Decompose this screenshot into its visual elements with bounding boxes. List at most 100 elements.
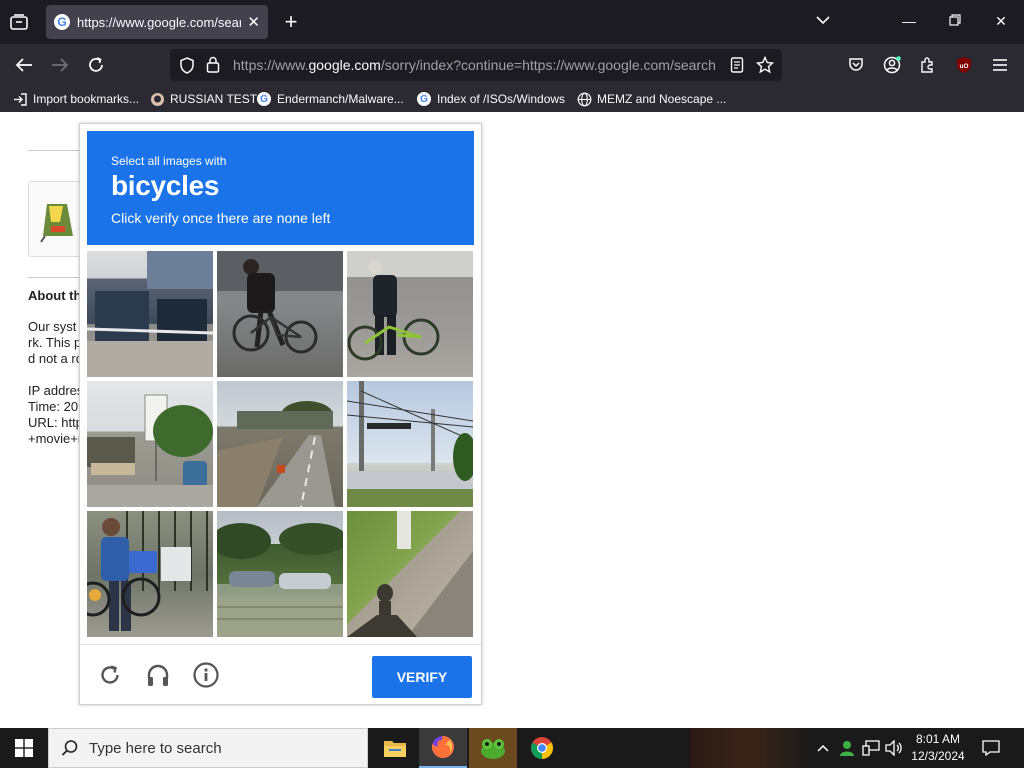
taskbar-chat-app[interactable] <box>469 728 517 768</box>
captcha-tile-roadside-market[interactable] <box>87 381 213 507</box>
volume-button[interactable] <box>883 736 905 760</box>
minimize-button[interactable]: — <box>894 10 924 32</box>
detail-line: +movie+r <box>28 431 83 446</box>
chevron-up-icon <box>817 744 829 752</box>
speaker-icon <box>885 740 902 756</box>
audio-challenge-button[interactable] <box>144 661 172 689</box>
tab-strip: G https://www.google.com/search ✕ + — ✕ <box>0 0 1024 44</box>
close-tab-icon[interactable]: ✕ <box>247 13 260 31</box>
captcha-tile-parked-cars[interactable] <box>217 511 343 637</box>
bookmark-label: MEMZ and Noescape ... <box>597 92 727 106</box>
url-prefix: https://www. <box>233 57 309 73</box>
url-text[interactable]: https://www.google.com/sorry/index?conti… <box>233 57 717 73</box>
network-button[interactable] <box>860 736 882 760</box>
recaptcha-challenge: Select all images with bicycles Click ve… <box>79 123 482 705</box>
about-heading: About th <box>28 288 82 303</box>
menu-button[interactable] <box>987 53 1013 77</box>
explanation-line: d not a ro <box>28 351 83 366</box>
taskbar-firefox[interactable] <box>419 728 467 768</box>
globe-icon <box>576 91 592 107</box>
search-icon <box>61 739 79 762</box>
new-tab-button[interactable]: + <box>280 10 302 34</box>
captcha-tile-grass-shadow[interactable] <box>347 511 473 637</box>
reload-button[interactable] <box>83 53 109 77</box>
captcha-tile-person-with-bicycle[interactable] <box>87 511 213 637</box>
taskbar: Type here to search 8:01 AM 12/3/2024 <box>0 728 1024 768</box>
notification-center-button[interactable] <box>980 736 1002 760</box>
pocket-button[interactable] <box>843 53 869 77</box>
help-button[interactable] <box>192 661 220 689</box>
taskbar-chrome[interactable] <box>518 728 566 768</box>
bookmark-import[interactable]: Import bookmarks... <box>12 90 139 108</box>
start-button[interactable] <box>0 728 48 768</box>
folder-icon <box>384 741 406 757</box>
firefox-view-icon <box>10 14 28 30</box>
bookmark-russian-test[interactable]: RUSSIAN TEST <box>149 90 257 108</box>
captcha-tile-street-building[interactable] <box>87 251 213 377</box>
chrome-icon <box>531 737 553 759</box>
url-path: /sorry/index?continue=https://www.google… <box>380 57 716 73</box>
tray-app-icon[interactable] <box>836 736 858 760</box>
google-icon: G <box>256 91 272 107</box>
explanation-line: rk. This p <box>28 335 82 350</box>
restore-button[interactable] <box>940 10 970 32</box>
taskbar-search-box[interactable]: Type here to search <box>48 728 368 768</box>
account-button[interactable] <box>879 53 905 77</box>
taskbar-wallpaper-strip <box>690 728 810 768</box>
reader-view-icon[interactable] <box>730 57 744 78</box>
bookmark-label: Import bookmarks... <box>33 92 140 106</box>
tracking-protection-icon[interactable] <box>179 57 195 79</box>
reload-icon <box>89 57 103 72</box>
frog-messenger-icon <box>481 739 505 759</box>
challenge-header: Select all images with bicycles Click ve… <box>87 131 474 245</box>
account-icon <box>883 56 901 74</box>
taskbar-clock[interactable]: 8:01 AM 12/3/2024 <box>906 731 970 765</box>
back-button[interactable] <box>11 53 37 77</box>
bookmark-endermanch-malware[interactable]: G Endermanch/Malware... <box>256 90 404 108</box>
clock-time: 8:01 AM <box>915 732 961 746</box>
forward-arrow-icon <box>52 58 69 72</box>
search-placeholder: Type here to search <box>89 740 222 757</box>
url-domain: google.com <box>308 57 381 73</box>
page-content: About th Our syst rk. This p d not a ro … <box>0 112 1024 728</box>
close-window-button[interactable]: ✕ <box>986 10 1016 32</box>
challenge-instruction: Select all images with <box>111 154 227 168</box>
bookmark-memz-noescape[interactable]: MEMZ and Noescape ... <box>576 90 726 108</box>
firefox-view-button[interactable] <box>8 11 30 33</box>
extensions-button[interactable] <box>915 53 941 77</box>
bookmark-label: Index of /ISOs/Windows <box>437 92 566 106</box>
reload-icon <box>101 665 119 684</box>
import-icon <box>12 91 28 107</box>
captcha-tile-highway[interactable] <box>217 381 343 507</box>
challenge-footer: VERIFY <box>80 644 481 706</box>
detail-line: Time: 20 <box>28 399 79 414</box>
bookmarks-toolbar: Import bookmarks... RUSSIAN TEST G Ender… <box>0 86 1024 112</box>
restore-icon <box>949 14 961 26</box>
hamburger-icon <box>993 59 1007 71</box>
image-grid <box>87 251 474 638</box>
tab-title: https://www.google.com/search <box>77 14 242 30</box>
bookmark-label: Endermanch/Malware... <box>277 92 404 106</box>
list-all-tabs-button[interactable] <box>816 12 830 30</box>
address-bar[interactable]: https://www.google.com/sorry/index?conti… <box>170 49 782 81</box>
headphones-icon <box>147 664 169 686</box>
reload-challenge-button[interactable] <box>96 661 124 689</box>
show-hidden-icons-button[interactable] <box>812 736 834 760</box>
captcha-tile-power-lines[interactable] <box>347 381 473 507</box>
lock-icon[interactable] <box>206 56 220 78</box>
user-tray-icon <box>840 741 854 756</box>
windows-logo-icon <box>15 739 33 757</box>
ublock-origin-button[interactable]: uO <box>951 53 977 77</box>
nav-toolbar: https://www.google.com/sorry/index?conti… <box>0 44 1024 86</box>
network-icon <box>862 740 880 756</box>
github-icon <box>149 91 165 107</box>
bookmark-star-icon[interactable] <box>755 55 775 79</box>
clock-date: 12/3/2024 <box>911 749 965 763</box>
forward-button[interactable] <box>47 53 73 77</box>
verify-button[interactable]: VERIFY <box>372 656 472 698</box>
bookmark-index-isos-windows[interactable]: G Index of /ISOs/Windows <box>416 90 565 108</box>
tab-google-sorry[interactable]: G https://www.google.com/search ✕ <box>46 5 268 39</box>
captcha-tile-cyclist-riding[interactable] <box>217 251 343 377</box>
captcha-tile-man-with-bicycle[interactable] <box>347 251 473 377</box>
taskbar-file-explorer[interactable] <box>371 728 419 768</box>
